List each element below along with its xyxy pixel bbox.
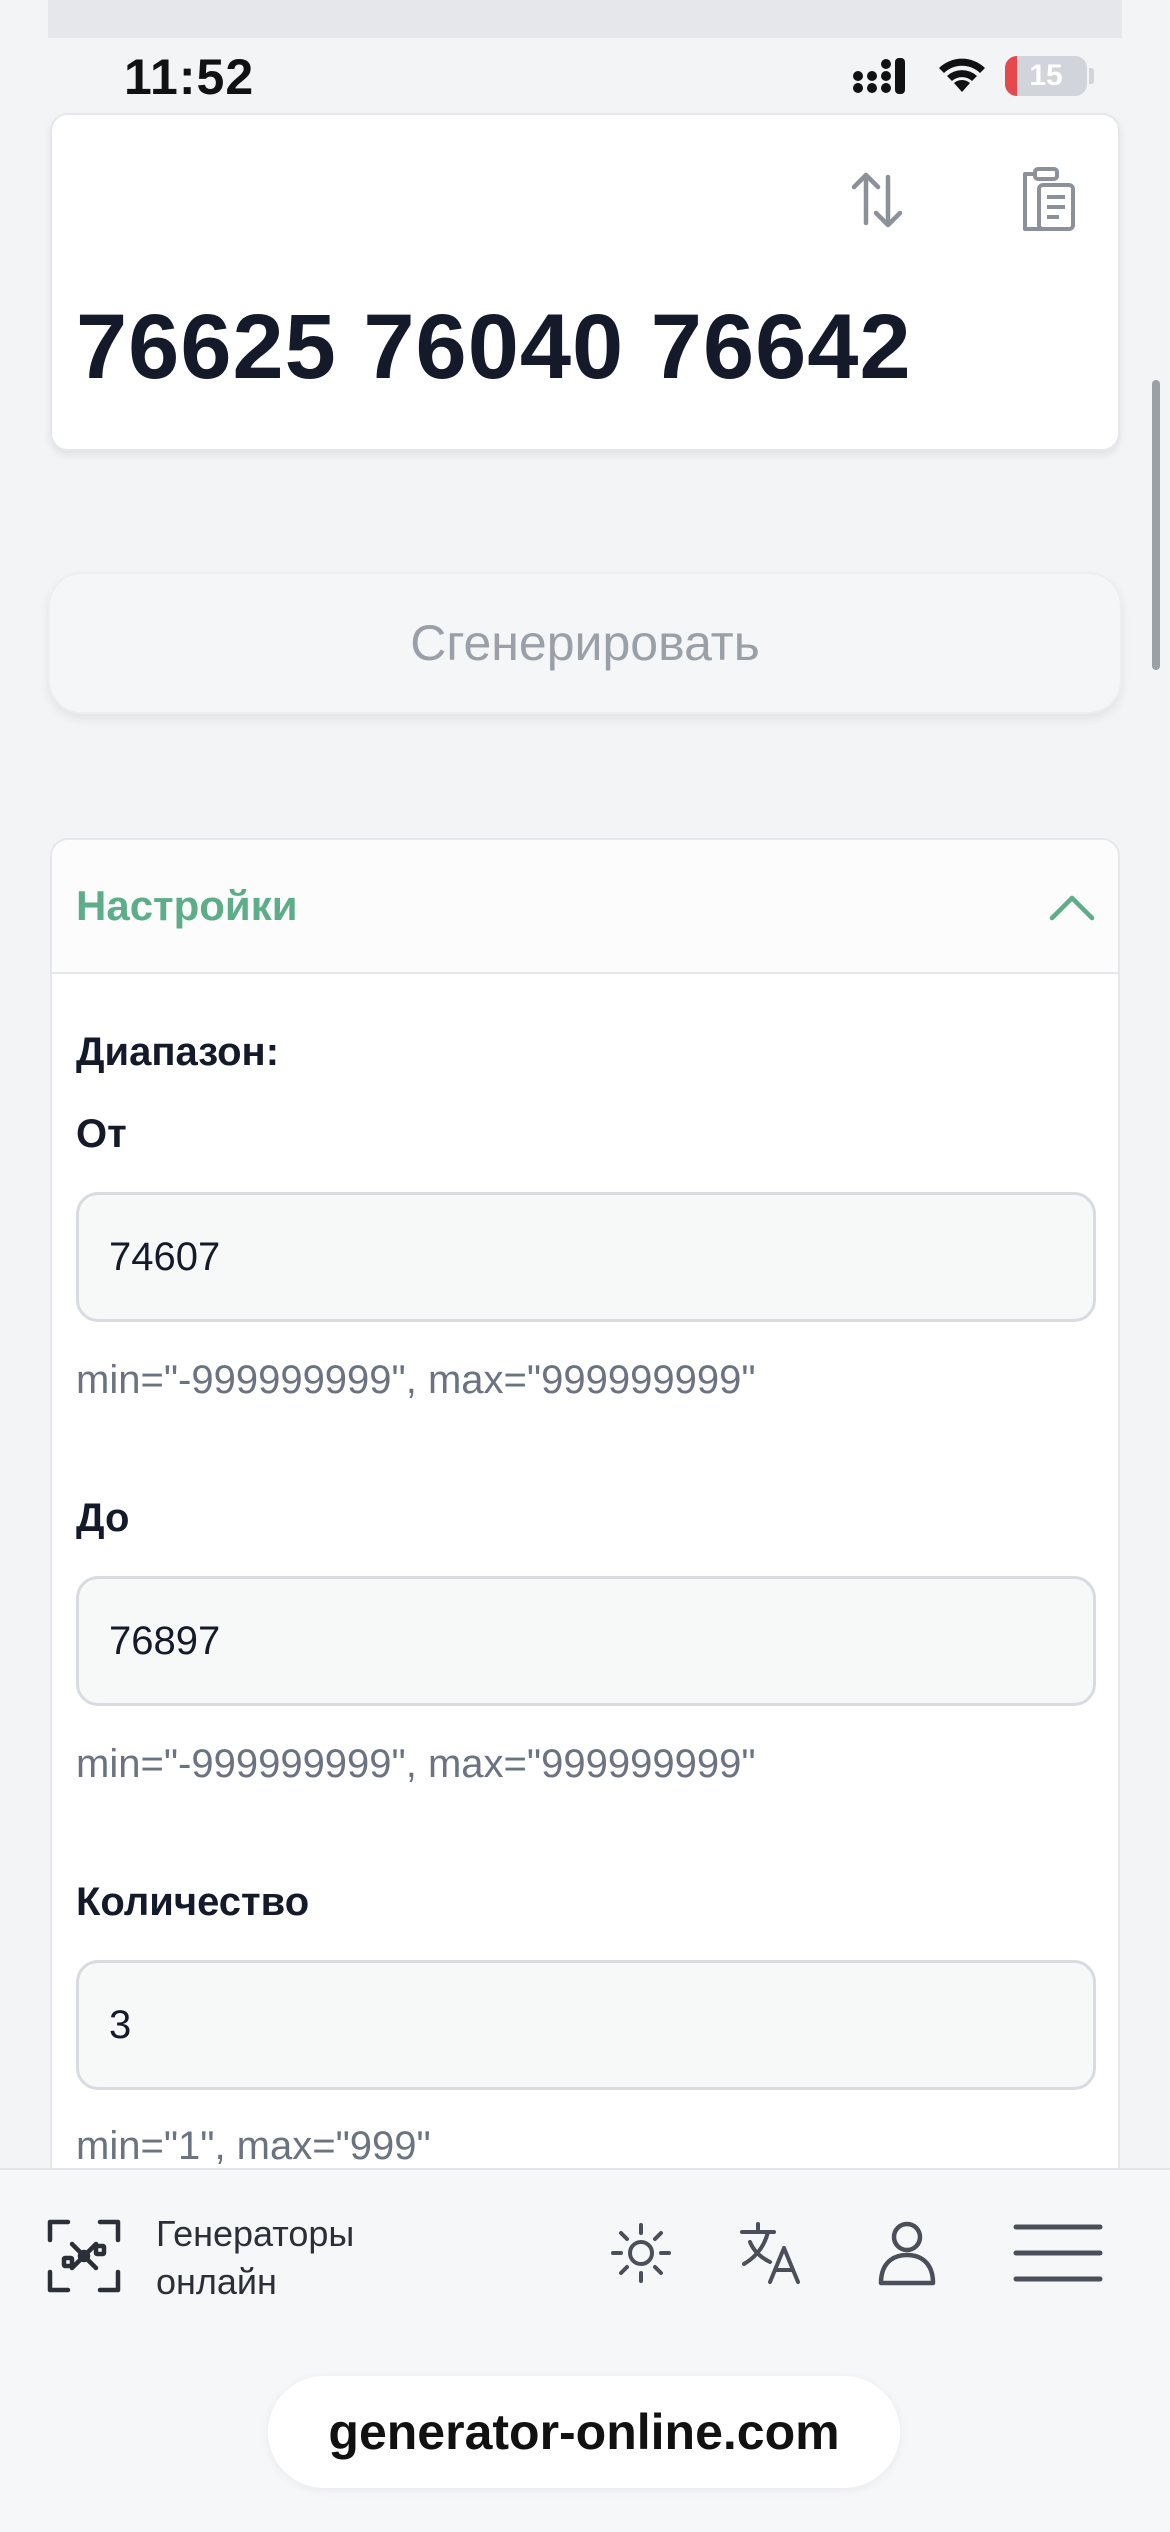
language-button[interactable]	[736, 2218, 806, 2288]
battery-indicator: 15	[1005, 56, 1087, 96]
wifi-icon	[936, 54, 988, 99]
status-bar: 11:52 15	[0, 0, 1170, 110]
hamburger-menu-icon	[1013, 2224, 1103, 2282]
status-time: 11:52	[124, 49, 255, 105]
user-icon	[878, 2221, 936, 2286]
collapse-settings-button[interactable]	[1042, 880, 1102, 936]
translate-icon	[740, 2222, 800, 2284]
logo-icon[interactable]	[46, 2218, 122, 2294]
brand-line-1: Генераторы	[156, 2213, 355, 2254]
menu-button[interactable]	[1010, 2218, 1106, 2288]
cellular-signal-icon	[852, 58, 914, 99]
to-input[interactable]	[76, 1576, 1096, 1706]
brand-line-2: онлайн	[156, 2261, 277, 2302]
settings-panel: Настройки Диапазон: От min="-999999999",…	[50, 838, 1120, 2178]
copy-button[interactable]	[1002, 155, 1092, 245]
page-scrollbar[interactable]	[1152, 380, 1160, 670]
battery-nub	[1089, 68, 1094, 84]
clipboard-icon	[1023, 167, 1075, 231]
from-input[interactable]	[76, 1192, 1096, 1322]
settings-header[interactable]: Настройки	[52, 840, 1118, 974]
theme-toggle-button[interactable]	[606, 2218, 676, 2288]
count-input[interactable]	[76, 1960, 1096, 2090]
sun-icon	[611, 2223, 671, 2283]
count-label: Количество	[76, 1880, 310, 1924]
browser-url-bar[interactable]: generator-online.com	[268, 2376, 900, 2488]
generate-button[interactable]: Сгенерировать	[48, 572, 1122, 714]
arrows-up-down-icon	[851, 172, 903, 228]
chevron-up-icon	[1049, 895, 1095, 921]
settings-title: Настройки	[76, 882, 298, 929]
range-label: Диапазон:	[76, 1030, 280, 1074]
to-label: До	[76, 1496, 130, 1540]
to-hint: min="-999999999", max="999999999"	[76, 1742, 756, 1786]
count-hint: min="1", max="999"	[76, 2124, 431, 2168]
sort-button[interactable]	[832, 155, 922, 245]
result-card: 76625 76040 76642	[50, 113, 1120, 451]
from-hint: min="-999999999", max="999999999"	[76, 1358, 756, 1402]
from-label: От	[76, 1112, 127, 1156]
brand-name[interactable]: Генераторы онлайн	[156, 2210, 354, 2306]
profile-button[interactable]	[872, 2218, 942, 2288]
generated-numbers: 76625 76040 76642	[76, 296, 912, 398]
battery-level: 15	[1029, 59, 1063, 92]
